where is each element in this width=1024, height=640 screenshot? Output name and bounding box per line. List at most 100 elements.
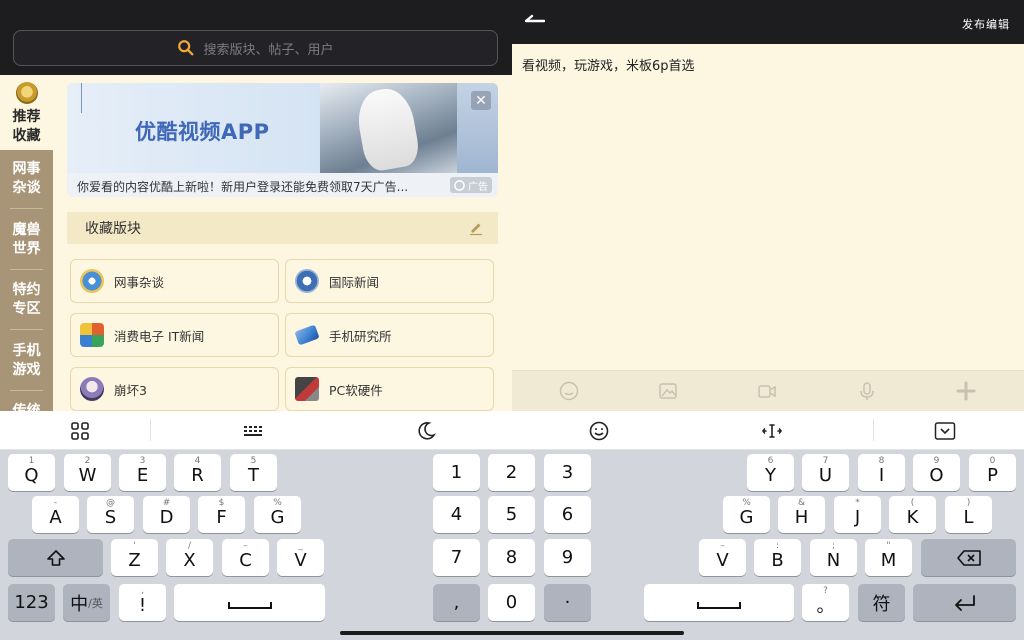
key-v[interactable]: _ V [277, 539, 324, 576]
keyboard-icon[interactable] [242, 420, 264, 442]
key-9[interactable]: 9 [544, 539, 591, 576]
key-1[interactable]: 1 [433, 454, 480, 491]
shift-key[interactable] [8, 539, 103, 576]
key-4[interactable]: 4 [433, 496, 480, 533]
punctuation-key[interactable]: ?。 [802, 584, 849, 621]
key-z[interactable]: ' Z [111, 539, 158, 576]
key-e[interactable]: 3E [119, 454, 166, 491]
punctuation-key[interactable]: ,! [119, 584, 166, 621]
microphone-icon[interactable] [857, 381, 877, 401]
key-p[interactable]: 0P [969, 454, 1016, 491]
ad-banner[interactable]: 优酷视频APP ✕ 你爱看的内容优酷上新啦！新用户登录还能免费领取7天广告...… [67, 83, 498, 197]
key-label: 7 [450, 547, 463, 568]
key-q[interactable]: 1Q [8, 454, 55, 491]
language-switch-key[interactable]: 中/英 [63, 584, 110, 621]
dot-key[interactable]: · [544, 584, 591, 621]
category-sidebar: 推荐 收藏 网事 杂谈 魔兽 世界 特约 专区 手机 游戏 传统 [0, 75, 53, 411]
sidebar-item-traditional[interactable]: 传统 [0, 402, 53, 411]
backspace-key[interactable] [921, 539, 1016, 576]
video-icon[interactable] [757, 381, 777, 401]
close-icon[interactable]: ✕ [471, 91, 491, 110]
board-card[interactable]: PC软硬件 [285, 367, 494, 411]
key-s[interactable]: @ S [87, 496, 134, 533]
comma-key[interactable]: , [433, 584, 480, 621]
key-c[interactable]: – C [222, 539, 269, 576]
key-sup: % [273, 498, 282, 508]
key-o[interactable]: 9O [913, 454, 960, 491]
key-v[interactable]: – V [699, 539, 746, 576]
key-h[interactable]: & H [778, 496, 825, 533]
key-g[interactable]: % G [723, 496, 770, 533]
space-key[interactable] [644, 584, 794, 621]
key-label: M [880, 549, 897, 571]
key-sup: " [886, 541, 891, 551]
key-sup: / [187, 541, 192, 551]
edit-icon[interactable] [468, 220, 484, 236]
sidebar-item-wangshi[interactable]: 网事 杂谈 [0, 160, 53, 198]
key-x[interactable]: / X [166, 539, 213, 576]
sidebar-item-recommended[interactable]: 推荐 收藏 [0, 75, 53, 150]
key-n[interactable]: ; N [810, 539, 857, 576]
key-k[interactable]: (K [889, 496, 936, 533]
numbers-mode-key[interactable]: 123 [8, 584, 55, 621]
key-b[interactable]: :B [754, 539, 801, 576]
plus-icon[interactable] [956, 381, 976, 401]
key-j[interactable]: * J [834, 496, 881, 533]
key-i[interactable]: 8I [858, 454, 905, 491]
key-6[interactable]: 6 [544, 496, 591, 533]
key-label: D [159, 506, 174, 528]
cursor-move-icon[interactable] [761, 420, 783, 442]
key-sup: , [141, 586, 144, 596]
key-f[interactable]: $ F [198, 496, 245, 533]
key-label-sub: /英 [88, 596, 103, 610]
dark-mode-moon-icon[interactable] [415, 420, 437, 442]
key-r[interactable]: 4R [174, 454, 221, 491]
board-card[interactable]: 崩坏3 [70, 367, 279, 411]
key-sup: 3 [139, 456, 146, 466]
key-u[interactable]: 7U [802, 454, 849, 491]
key-3[interactable]: 3 [544, 454, 591, 491]
key-2[interactable]: 2 [488, 454, 535, 491]
home-indicator[interactable] [340, 631, 684, 635]
space-key[interactable] [174, 584, 325, 621]
back-arrow-icon[interactable] [525, 14, 545, 28]
key-d[interactable]: # D [143, 496, 190, 533]
key-w[interactable]: 2W [64, 454, 111, 491]
editor-title: 发布编辑 [962, 18, 1010, 31]
key-label: 中 [70, 593, 89, 615]
board-card[interactable]: 手机研究所 [285, 313, 494, 357]
key-m[interactable]: " M [865, 539, 912, 576]
sidebar-item-mobile-games[interactable]: 手机 游戏 [0, 342, 53, 380]
sidebar-item-warcraft[interactable]: 魔兽 世界 [0, 221, 53, 259]
key-a[interactable]: -A [32, 496, 79, 533]
emoji-icon[interactable] [559, 381, 579, 401]
key-0[interactable]: 0 [488, 584, 535, 621]
key-t[interactable]: 5T [230, 454, 277, 491]
banner-image: 优酷视频APP [67, 83, 498, 174]
board-card[interactable]: 国际新闻 [285, 259, 494, 303]
key-sup: & [797, 498, 806, 508]
board-card[interactable]: 网事杂谈 [70, 259, 279, 303]
symbols-key[interactable]: 符 [858, 584, 905, 621]
key-label: C [239, 549, 252, 571]
key-label: 1 [450, 462, 463, 483]
key-5[interactable]: 5 [488, 496, 535, 533]
apps-grid-icon[interactable] [69, 420, 91, 442]
sidebar-item-special[interactable]: 特约 专区 [0, 281, 53, 319]
key-8[interactable]: 8 [488, 539, 535, 576]
sidebar-item-label: 世界 [12, 241, 41, 257]
board-label: 网事杂谈 [114, 274, 165, 290]
image-icon[interactable] [658, 381, 678, 401]
emoji-icon[interactable] [588, 420, 610, 442]
enter-key[interactable] [913, 584, 1016, 621]
search-bar[interactable]: 搜索版块、帖子、用户 [13, 30, 498, 66]
key-label: 8 [505, 547, 518, 568]
collapse-keyboard-icon[interactable] [934, 420, 956, 442]
key-y[interactable]: 6Y [747, 454, 794, 491]
key-l[interactable]: ) L [945, 496, 992, 533]
key-7[interactable]: 7 [433, 539, 480, 576]
post-content-text[interactable]: 看视频，玩游戏，米板6p首选 [522, 55, 695, 74]
banner-text: 你爱看的内容优酷上新啦！新用户登录还能免费领取7天广告... [67, 173, 498, 197]
key-g[interactable]: % G [254, 496, 301, 533]
board-card[interactable]: 消费电子 IT新闻 [70, 313, 279, 357]
